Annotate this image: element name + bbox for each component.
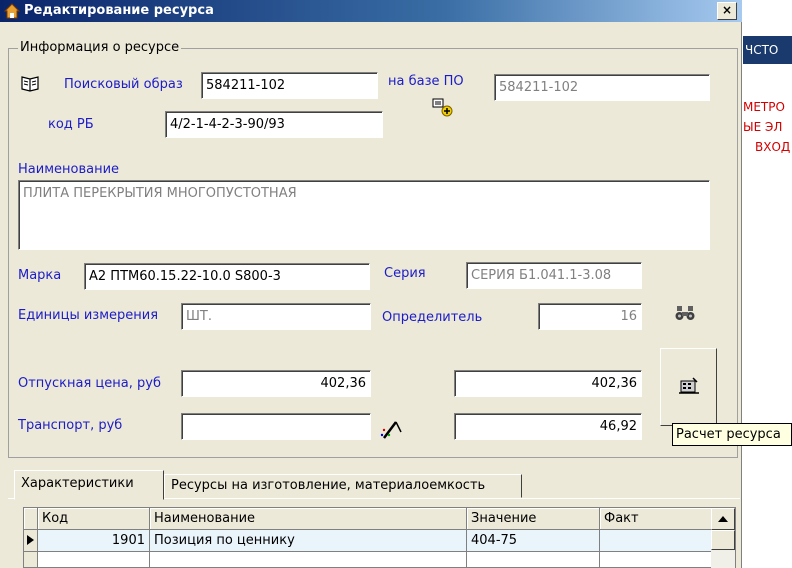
close-button[interactable]: × bbox=[717, 2, 737, 20]
add-record-icon[interactable] bbox=[432, 98, 454, 118]
unit-label: Единицы измерения bbox=[18, 308, 159, 323]
scroll-thumb[interactable] bbox=[711, 530, 735, 550]
cell-value[interactable]: 404-75 bbox=[467, 530, 600, 552]
cell-fact[interactable] bbox=[600, 530, 712, 552]
scroll-up-button[interactable] bbox=[711, 508, 735, 530]
cell-name[interactable]: Позиция по ценнику bbox=[150, 530, 467, 552]
row-pointer-icon bbox=[27, 535, 34, 545]
column-header-name[interactable]: Наименование bbox=[150, 508, 467, 530]
name-label: Наименование bbox=[18, 162, 120, 177]
binoculars-icon[interactable] bbox=[674, 304, 696, 322]
series-input[interactable]: СЕРИЯ Б1.041.1-3.08 bbox=[466, 262, 642, 289]
edit-resource-dialog: Редактирование ресурса × Информация о ре… bbox=[0, 0, 742, 568]
base-po-label: на базе ПО bbox=[388, 74, 464, 89]
determiner-label: Определитель bbox=[382, 310, 483, 325]
rb-code-input[interactable]: 4/2-1-4-2-3-90/93 bbox=[165, 111, 383, 138]
mark-input[interactable]: А2 ПТМ60.15.22-10.0 S800-3 bbox=[84, 263, 370, 290]
calculate-resource-tooltip: Расчет ресурса bbox=[672, 423, 792, 446]
table-scrollbar[interactable] bbox=[711, 508, 735, 568]
cell-fact[interactable] bbox=[600, 552, 712, 567]
row-indicator bbox=[24, 530, 38, 552]
tab-characteristics[interactable]: Характеристики bbox=[14, 470, 164, 500]
tab-manufacturing-resources[interactable]: Ресурсы на изготовление, материалоемкост… bbox=[164, 474, 522, 498]
column-header-value[interactable]: Значение bbox=[467, 508, 600, 530]
background-red-text-1: МЕТРО bbox=[743, 100, 785, 114]
characteristics-table: Код Наименование Значение Факт 1901 Пози… bbox=[23, 507, 736, 568]
group-title: Информация о ресурсе bbox=[18, 40, 182, 55]
rb-code-label: код РБ bbox=[48, 117, 94, 132]
series-label: Серия bbox=[384, 266, 426, 281]
cell-name[interactable] bbox=[150, 552, 467, 567]
cell-code[interactable] bbox=[38, 552, 150, 567]
background-header-strip: ЧСТО bbox=[743, 36, 792, 64]
calculate-resource-button[interactable] bbox=[660, 348, 717, 426]
background-window: ЧСТО МЕТРО ЫЕ ЭЛ ВХОД bbox=[743, 0, 792, 568]
column-header-fact[interactable]: Факт bbox=[600, 508, 712, 530]
search-image-label: Поисковый образ bbox=[64, 77, 183, 92]
search-image-input[interactable]: 584211-102 bbox=[201, 72, 378, 99]
price-label: Отпускная цена, руб bbox=[18, 376, 161, 391]
price-input[interactable]: 402,36 bbox=[181, 370, 371, 397]
header-indicator bbox=[24, 508, 38, 530]
transport-label: Транспорт, руб bbox=[18, 418, 123, 433]
mark-label: Марка bbox=[18, 268, 62, 283]
arrow-up-icon bbox=[718, 516, 728, 522]
cell-value[interactable] bbox=[467, 552, 600, 567]
price-calculated-input[interactable]: 402,36 bbox=[454, 370, 642, 397]
title-bar[interactable]: Редактирование ресурса × bbox=[0, 0, 742, 22]
background-red-text-2: ЫЕ ЭЛ bbox=[743, 120, 783, 134]
row-indicator bbox=[24, 552, 38, 567]
cell-code[interactable]: 1901 bbox=[38, 530, 150, 552]
transport-input[interactable] bbox=[181, 413, 371, 440]
transport-calculated-input[interactable]: 46,92 bbox=[454, 413, 642, 440]
unit-input[interactable]: ШТ. bbox=[181, 303, 371, 330]
window-title: Редактирование ресурса bbox=[24, 3, 214, 18]
base-po-input[interactable]: 584211-102 bbox=[494, 74, 710, 101]
determiner-input[interactable]: 16 bbox=[538, 303, 642, 330]
background-red-text-3: ВХОД bbox=[755, 140, 791, 154]
house-icon bbox=[4, 3, 20, 19]
calculator-icon bbox=[679, 377, 699, 394]
book-icon bbox=[21, 76, 39, 92]
column-header-code[interactable]: Код bbox=[38, 508, 150, 530]
magic-wand-icon[interactable] bbox=[380, 418, 404, 440]
name-textarea[interactable]: ПЛИТА ПЕРЕКРЫТИЯ МНОГОПУСТОТНАЯ bbox=[18, 180, 710, 250]
